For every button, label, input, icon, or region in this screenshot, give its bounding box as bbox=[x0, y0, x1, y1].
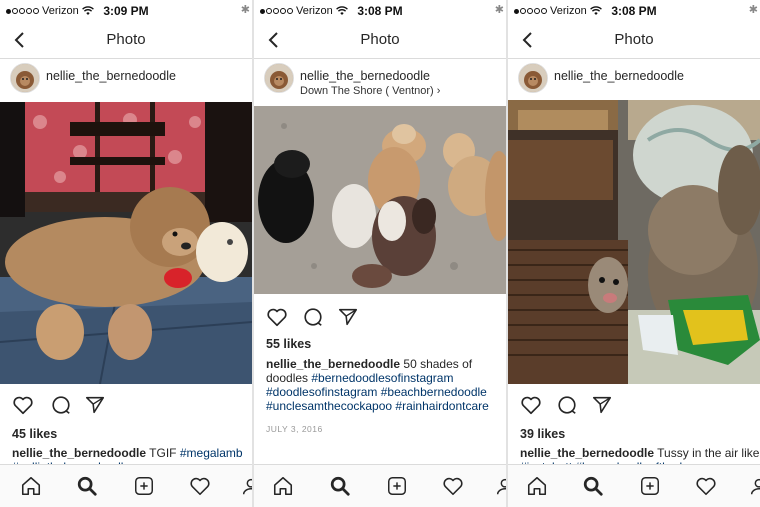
status-time: 3:09 PM bbox=[103, 4, 149, 18]
add-post-icon[interactable] bbox=[133, 475, 155, 497]
hashtag[interactable]: #doodlesofinstagram #beachbernedoodle bbox=[266, 385, 487, 399]
profile-icon[interactable] bbox=[240, 475, 252, 497]
nav-bar: Photo bbox=[0, 22, 252, 59]
caption-line: #unclesamthecockapoo #rainhairdontcare bbox=[266, 399, 506, 413]
status-bar: Verizon 3:08 PM ✱ bbox=[254, 0, 506, 22]
share-icon[interactable] bbox=[84, 394, 106, 416]
caption-username[interactable]: nellie_the_bernedoodle bbox=[520, 446, 654, 460]
action-bar bbox=[254, 302, 506, 332]
bluetooth-icon: ✱ bbox=[240, 4, 250, 16]
caption-username[interactable]: nellie_the_bernedoodle bbox=[266, 357, 400, 371]
post-header: nellie_the_bernedoodle Down The Shore ( … bbox=[254, 60, 506, 102]
heart-icon[interactable] bbox=[520, 394, 542, 416]
nav-title: Photo bbox=[360, 31, 400, 48]
status-time: 3:08 PM bbox=[611, 4, 657, 18]
post-header: nellie_the_bernedoodle bbox=[0, 60, 252, 102]
nav-title: Photo bbox=[614, 31, 654, 48]
profile-icon[interactable] bbox=[748, 475, 760, 497]
home-icon[interactable] bbox=[272, 475, 294, 497]
comment-icon[interactable] bbox=[50, 394, 72, 416]
post-panel-1: Verizon 3:09 PM ✱ Photo nellie_the_berne… bbox=[0, 0, 252, 507]
post-photo[interactable] bbox=[254, 106, 506, 294]
post-header: nellie_the_bernedoodle bbox=[508, 60, 760, 102]
chevron-right-icon: › bbox=[436, 85, 441, 97]
caption-username[interactable]: nellie_the_bernedoodle bbox=[12, 446, 146, 460]
post-location[interactable]: Down The Shore ( Ventnor) › bbox=[300, 85, 440, 97]
comment-icon[interactable] bbox=[302, 306, 324, 328]
tab-bar bbox=[254, 464, 506, 507]
likes-count[interactable]: 55 likes bbox=[266, 337, 311, 351]
heart-icon[interactable] bbox=[266, 306, 288, 328]
caption-line: nellie_the_bernedoodle TGIF #megalamb bbox=[12, 446, 243, 460]
heart-icon[interactable] bbox=[12, 394, 34, 416]
activity-heart-icon[interactable] bbox=[442, 475, 464, 497]
action-bar bbox=[0, 390, 252, 420]
post-panel-3: Verizon 3:08 PM ✱ Photo nellie_the_berne… bbox=[508, 0, 760, 507]
add-post-icon[interactable] bbox=[386, 475, 408, 497]
search-icon[interactable] bbox=[329, 475, 351, 497]
avatar[interactable] bbox=[264, 63, 294, 93]
post-username[interactable]: nellie_the_bernedoodle bbox=[300, 69, 430, 83]
tab-bar bbox=[508, 464, 760, 507]
action-bar bbox=[508, 390, 760, 420]
tab-bar bbox=[0, 464, 252, 507]
post-photo[interactable] bbox=[0, 102, 252, 384]
bluetooth-icon: ✱ bbox=[494, 4, 504, 16]
caption: nellie_the_bernedoodle 50 shades of dood… bbox=[266, 357, 506, 413]
share-icon[interactable] bbox=[591, 394, 613, 416]
likes-count[interactable]: 39 likes bbox=[520, 427, 565, 441]
post-date: JULY 3, 2016 bbox=[266, 424, 323, 434]
hashtag[interactable]: #megalamb bbox=[180, 446, 243, 460]
profile-icon[interactable] bbox=[494, 475, 506, 497]
avatar[interactable] bbox=[518, 63, 548, 93]
likes-count[interactable]: 45 likes bbox=[12, 427, 57, 441]
home-icon[interactable] bbox=[526, 475, 548, 497]
hashtag[interactable]: #unclesamthecockapoo #rainhairdontcare bbox=[266, 399, 489, 413]
activity-heart-icon[interactable] bbox=[695, 475, 717, 497]
avatar[interactable] bbox=[10, 63, 40, 93]
bluetooth-icon: ✱ bbox=[748, 4, 758, 16]
home-icon[interactable] bbox=[20, 475, 42, 497]
post-username[interactable]: nellie_the_bernedoodle bbox=[554, 69, 684, 83]
caption-line: nellie_the_bernedoodle Tussy in the air … bbox=[520, 446, 760, 460]
nav-title: Photo bbox=[106, 31, 146, 48]
search-icon[interactable] bbox=[76, 475, 98, 497]
hashtag[interactable]: #bernedoodlesofinstagram bbox=[311, 371, 453, 385]
add-post-icon[interactable] bbox=[639, 475, 661, 497]
caption-line: nellie_the_bernedoodle 50 shades of bbox=[266, 357, 473, 371]
caption-line: #doodlesofinstagram #beachbernedoodle bbox=[266, 385, 506, 399]
status-time: 3:08 PM bbox=[357, 4, 403, 18]
status-bar: Verizon 3:08 PM ✱ bbox=[508, 0, 760, 22]
post-panel-2: Verizon 3:08 PM ✱ Photo nellie_the_berne… bbox=[254, 0, 506, 507]
nav-bar: Photo bbox=[508, 22, 760, 59]
post-username[interactable]: nellie_the_bernedoodle bbox=[46, 69, 176, 83]
caption-line: doodles #bernedoodlesofinstagram bbox=[266, 371, 454, 385]
activity-heart-icon[interactable] bbox=[189, 475, 211, 497]
status-bar: Verizon 3:09 PM ✱ bbox=[0, 0, 252, 22]
post-photo[interactable] bbox=[508, 100, 760, 384]
search-icon[interactable] bbox=[582, 475, 604, 497]
nav-bar: Photo bbox=[254, 22, 506, 59]
share-icon[interactable] bbox=[337, 306, 359, 328]
comment-icon[interactable] bbox=[556, 394, 578, 416]
